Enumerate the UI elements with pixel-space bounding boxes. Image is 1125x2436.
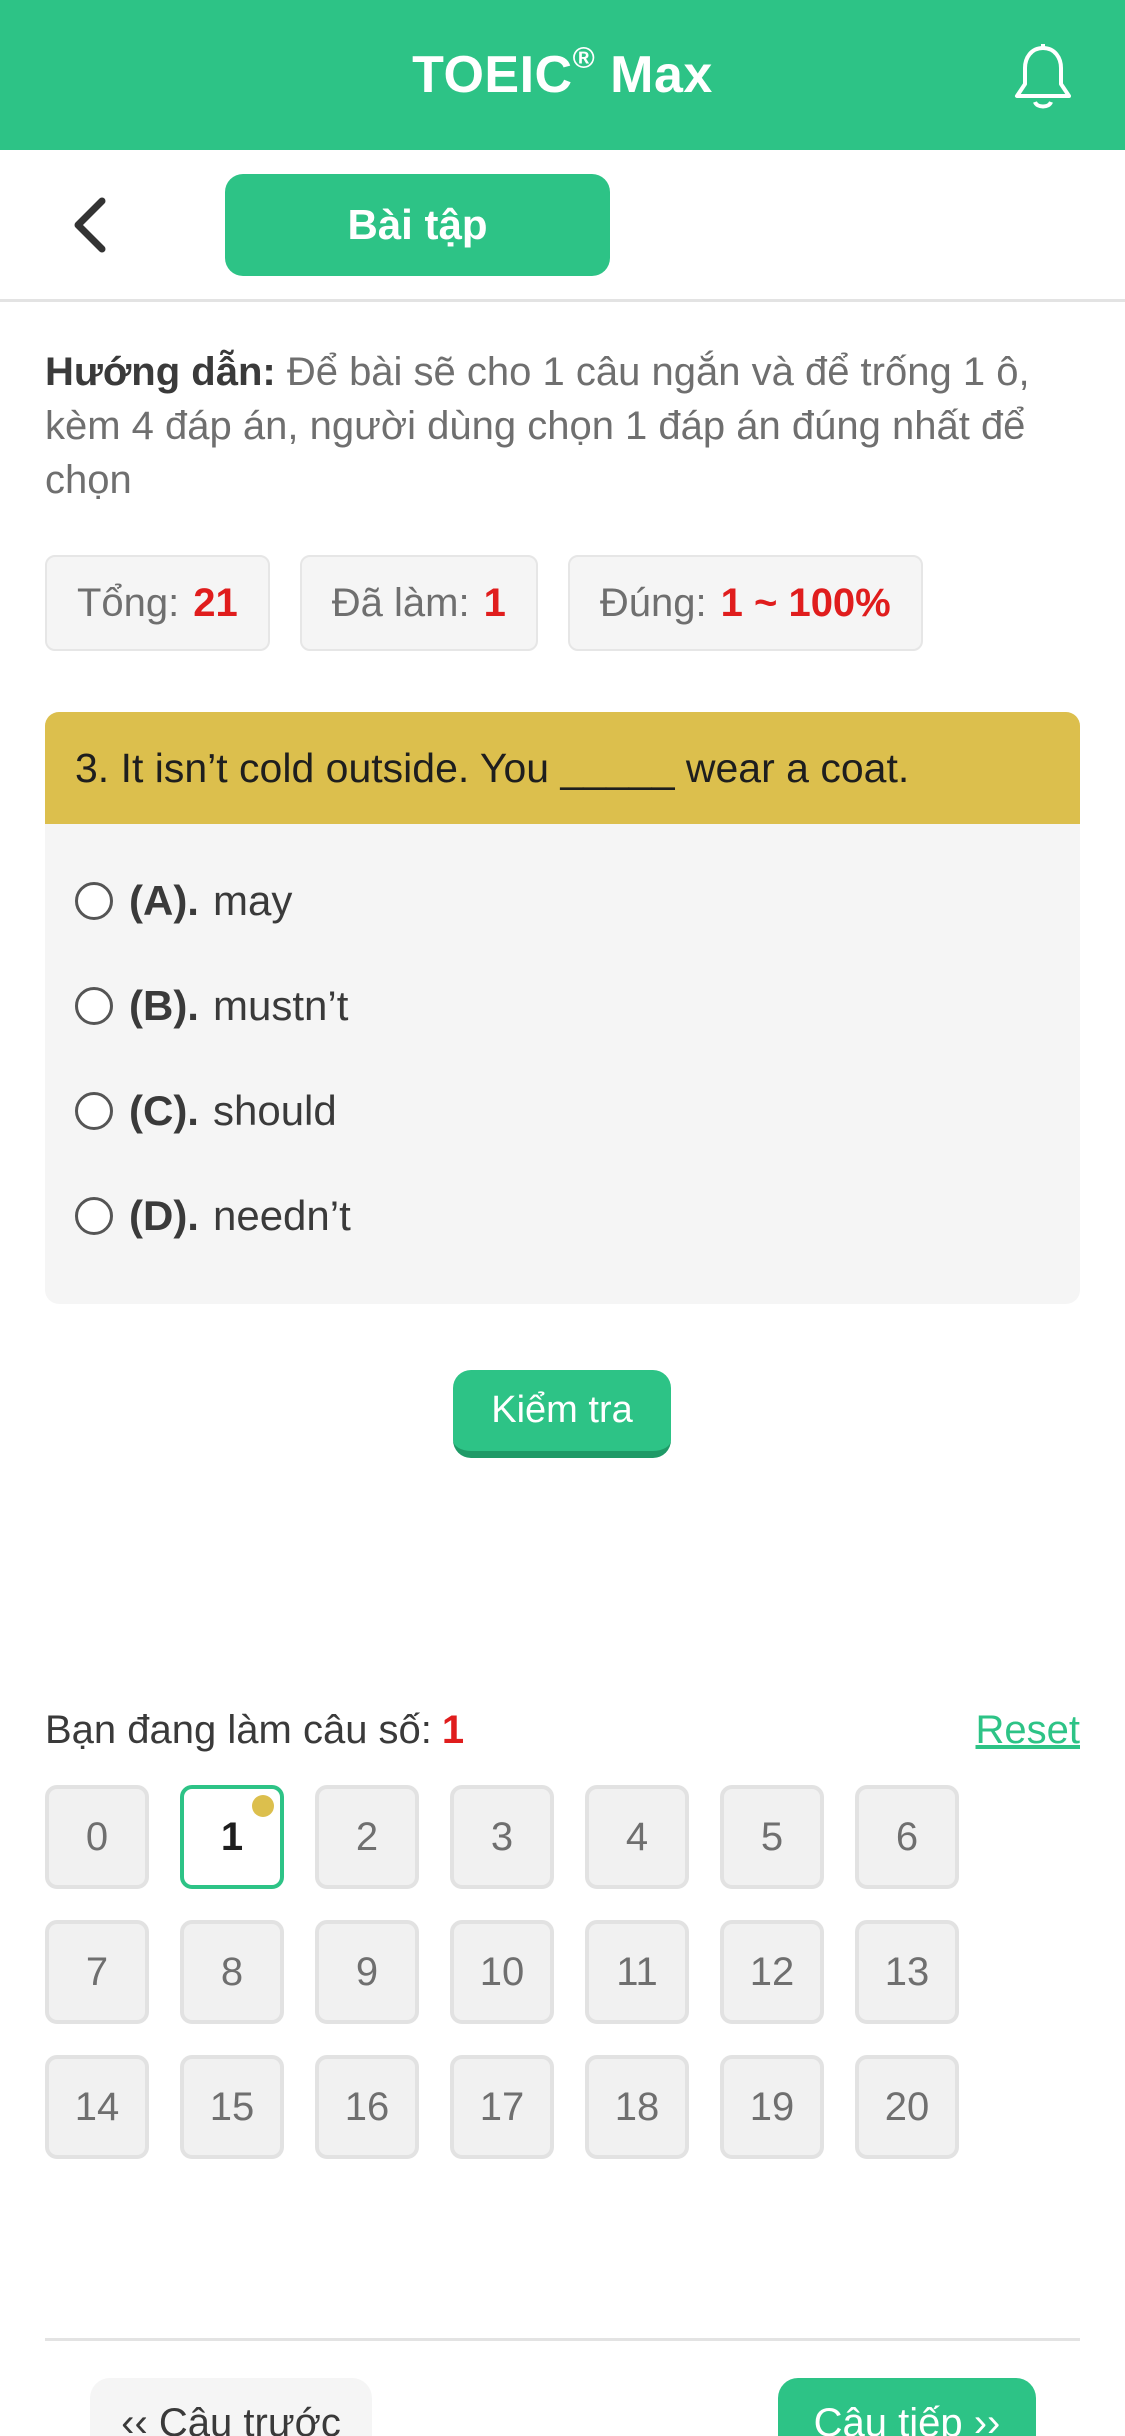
question-number-button[interactable]: 16 — [315, 2055, 419, 2159]
bell-icon[interactable] — [1001, 36, 1085, 120]
back-button[interactable] — [55, 190, 125, 260]
next-question-button[interactable]: Câu tiếp ›› — [778, 2378, 1036, 2436]
question-number-grid: 0 1 2 3 4 5 6 7 8 9 10 11 12 13 14 15 16 17 18 19 20 — [45, 1785, 1085, 2159]
app-bar: TOEIC® Max — [0, 0, 1125, 150]
question-number-button[interactable]: 3 — [450, 1785, 554, 1889]
answered-dot — [252, 1795, 274, 1817]
radio-button[interactable] — [75, 1196, 113, 1235]
divider — [45, 2338, 1080, 2341]
option-b[interactable]: (B). mustn’t — [45, 953, 1080, 1058]
question-number-button[interactable]: 19 — [720, 2055, 824, 2159]
chevron-left-icon — [74, 197, 106, 253]
question-card: 3. It isn’t cold outside. You _____ wear… — [45, 712, 1080, 1304]
question-number-button[interactable]: 0 — [45, 1785, 149, 1889]
stat-done-value: 1 — [483, 580, 506, 625]
stat-total-value: 21 — [193, 580, 238, 625]
question-number-button[interactable]: 20 — [855, 2055, 959, 2159]
prev-question-button[interactable]: ‹‹ Câu trước — [90, 2378, 372, 2436]
instructions-label: Hướng dẫn: — [45, 350, 276, 394]
question-number-button[interactable]: 5 — [720, 1785, 824, 1889]
option-a[interactable]: (A). may — [45, 848, 1080, 953]
question-number-button[interactable]: 9 — [315, 1920, 419, 2024]
radio-button[interactable] — [75, 881, 113, 920]
current-question-number: 1 — [441, 1707, 465, 1752]
app-title: TOEIC® Max — [412, 41, 713, 104]
question-number-button[interactable]: 17 — [450, 2055, 554, 2159]
reset-link[interactable]: Reset — [976, 1708, 1081, 1753]
question-number-button[interactable]: 1 — [180, 1785, 284, 1889]
stat-total: Tổng: 21 — [45, 555, 270, 651]
question-number-button[interactable]: 8 — [180, 1920, 284, 2024]
quiz-screen: TOEIC® Max Bài tập Hướng dẫn: Để bài sẽ … — [0, 0, 1125, 2436]
radio-button[interactable] — [75, 1091, 113, 1130]
stat-done: Đã làm: 1 — [299, 555, 538, 651]
option-c[interactable]: (C). should — [45, 1058, 1080, 1163]
question-number-button[interactable]: 4 — [585, 1785, 689, 1889]
question-number-button[interactable]: 13 — [855, 1920, 959, 2024]
answer-options: (A). may (B). mustn’t (C). should (D). n… — [45, 824, 1080, 1268]
question-number-button[interactable]: 15 — [180, 2055, 284, 2159]
current-question-label: Bạn đang làm câu số: 1 — [45, 1707, 465, 1752]
stats-row: Tổng: 21 Đã làm: 1 Đúng: 1 ~ 100% — [45, 555, 923, 651]
question-number-button[interactable]: 18 — [585, 2055, 689, 2159]
question-text: 3. It isn’t cold outside. You _____ wear… — [45, 712, 1080, 824]
radio-button[interactable] — [75, 986, 113, 1025]
question-number-button[interactable]: 11 — [585, 1920, 689, 2024]
tab-exercise[interactable]: Bài tập — [225, 174, 610, 276]
question-number-button[interactable]: 12 — [720, 1920, 824, 2024]
stat-correct-value: 1 ~ 100% — [720, 580, 891, 625]
progress-row: Bạn đang làm câu số: 1 Reset — [45, 1700, 1080, 1760]
option-d[interactable]: (D). needn’t — [45, 1163, 1080, 1268]
check-button[interactable]: Kiểm tra — [453, 1370, 671, 1458]
instructions: Hướng dẫn: Để bài sẽ cho 1 câu ngắn và đ… — [45, 345, 1080, 507]
question-number-button[interactable]: 6 — [855, 1785, 959, 1889]
stat-correct: Đúng: 1 ~ 100% — [567, 555, 923, 651]
sub-header: Bài tập — [0, 150, 1125, 302]
question-number-button[interactable]: 14 — [45, 2055, 149, 2159]
question-number-button[interactable]: 2 — [315, 1785, 419, 1889]
question-number-button[interactable]: 10 — [450, 1920, 554, 2024]
question-number-button[interactable]: 7 — [45, 1920, 149, 2024]
